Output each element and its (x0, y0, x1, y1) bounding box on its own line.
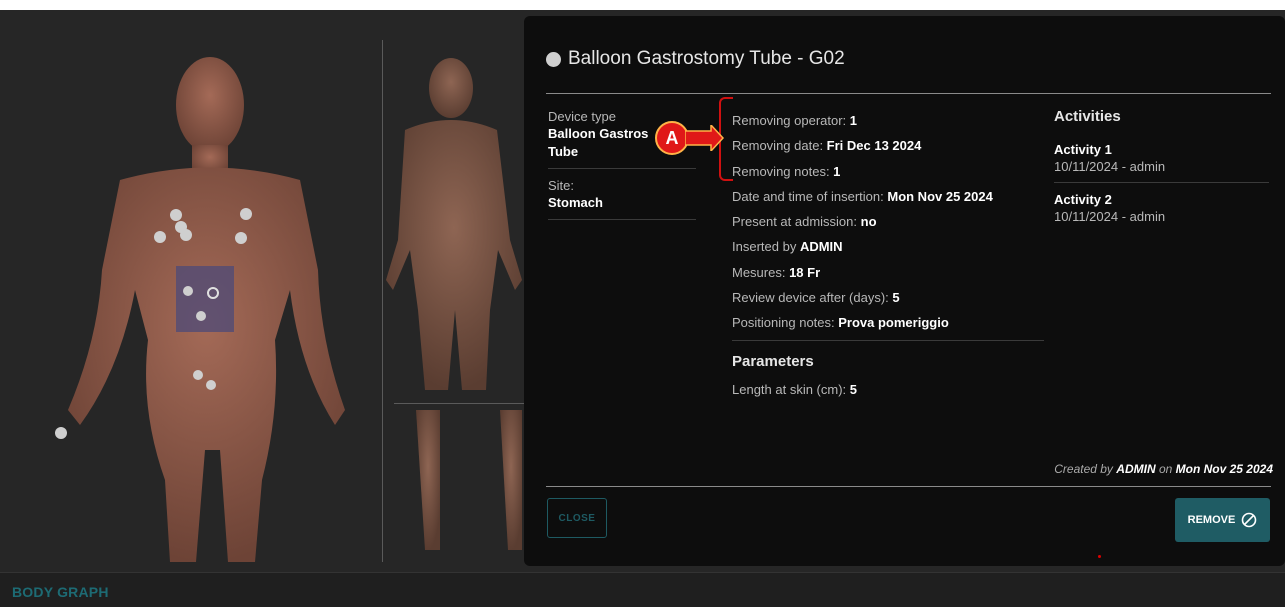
callout-arrow-icon (685, 125, 725, 151)
activity-meta: 10/11/2024 - admin (1054, 159, 1166, 174)
detail-row-review-after: Review device after (days): 5 (732, 290, 900, 306)
details-divider (732, 339, 1044, 341)
activity-name: Activity 1 (1054, 142, 1112, 157)
footer-divider (546, 486, 1271, 487)
close-button[interactable]: CLOSE (547, 498, 607, 538)
back-body-figure (386, 58, 522, 550)
remove-button[interactable]: REMOVE (1175, 498, 1270, 542)
parameter-row-length-at-skin: Length at skin (cm): 5 (732, 381, 858, 397)
modal-title: Balloon Gastrostomy Tube - G02 (546, 48, 845, 70)
body-graph-label: BODY GRAPH (12, 584, 109, 600)
bottom-bar: BODY GRAPH (0, 572, 1285, 607)
parameters-heading: Parameters (732, 352, 814, 370)
figure-divider-vertical (382, 40, 383, 562)
detail-row-removing-date: Removing date: Fri Dec 13 2024 (732, 138, 922, 154)
remove-button-label: REMOVE (1187, 514, 1236, 526)
site-label: Site: (548, 178, 575, 193)
red-marker-dot (1098, 555, 1101, 558)
forbidden-icon (1242, 512, 1257, 528)
detail-row-removing-notes: Removing notes: 1 (732, 163, 841, 179)
summary-divider (548, 219, 696, 220)
activity-meta: 10/11/2024 - admin (1054, 209, 1166, 224)
callout-badge: A (655, 121, 689, 155)
activities-panel: Activities Activity 1 10/11/2024 - admin… (1054, 108, 1269, 225)
activity-item[interactable]: Activity 2 10/11/2024 - admin (1054, 191, 1269, 225)
detail-row-insertion-date: Date and time of insertion: Mon Nov 25 2… (732, 188, 993, 204)
created-by-text: Created by ADMIN on Mon Nov 25 2024 (1054, 462, 1273, 476)
device-type-value-line1: Balloon Gastros (548, 126, 649, 141)
detail-row-inserted-by: Inserted by ADMIN (732, 239, 843, 255)
activity-divider (1054, 182, 1269, 183)
device-title: Balloon Gastrostomy Tube - G02 (568, 48, 845, 69)
summary-divider (548, 168, 696, 169)
detail-row-positioning-notes: Positioning notes: Prova pomeriggio (732, 315, 949, 331)
device-type-value-line2: Tube (548, 144, 579, 159)
activities-heading: Activities (1054, 108, 1121, 125)
activity-item[interactable]: Activity 1 10/11/2024 - admin (1054, 141, 1269, 175)
title-divider (546, 93, 1271, 94)
activity-name: Activity 2 (1054, 192, 1112, 207)
device-details: Removing operator: 1 Removing date: Fri … (732, 108, 1044, 402)
detail-row-mesures: Mesures: 18 Fr (732, 264, 821, 280)
detail-row-removing-operator: Removing operator: 1 (732, 113, 858, 128)
figure-divider-horizontal (394, 403, 534, 404)
status-dot-icon (546, 51, 561, 67)
front-body-figure (55, 57, 345, 562)
detail-row-present-at-admission: Present at admission: no (732, 214, 877, 230)
site-value: Stomach (548, 195, 603, 210)
device-detail-modal: Balloon Gastrostomy Tube - G02 Device ty… (524, 16, 1285, 566)
